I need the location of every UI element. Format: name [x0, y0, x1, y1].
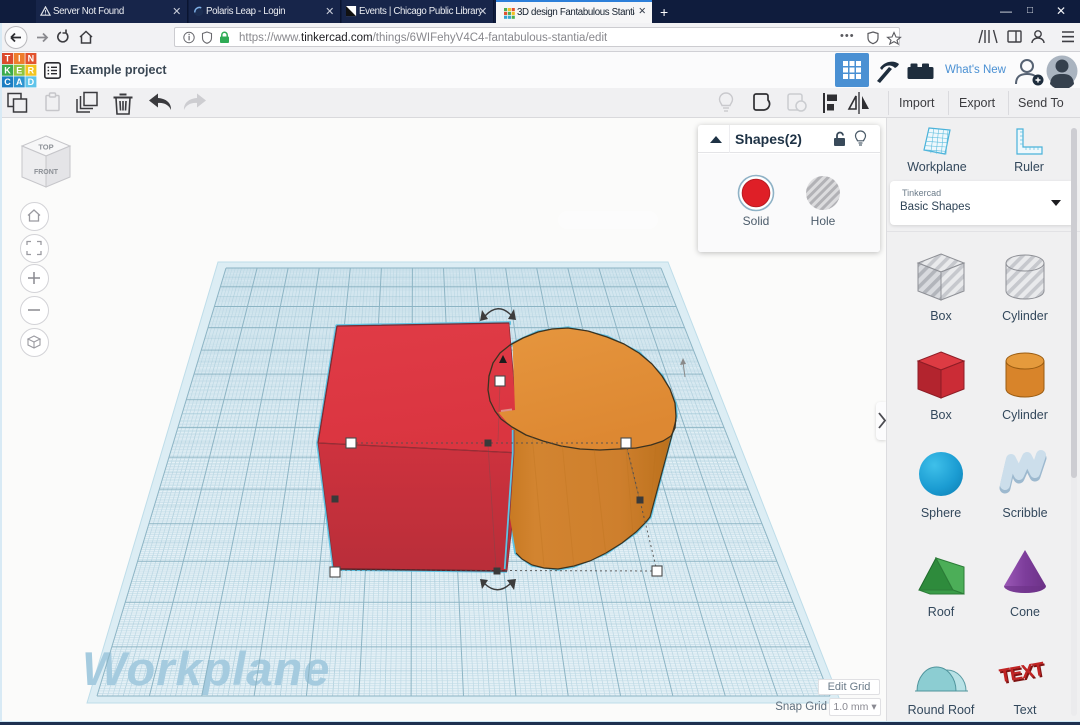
svg-text:TOP: TOP [38, 143, 53, 152]
svg-text:FRONT: FRONT [34, 169, 59, 176]
svg-text:TEXT: TEXT [998, 659, 1047, 688]
svg-text:N: N [28, 54, 35, 64]
svg-text:I: I [18, 54, 21, 64]
svg-text:E: E [16, 65, 22, 75]
svg-text:T: T [5, 54, 11, 64]
svg-text:C: C [4, 77, 11, 87]
svg-text:Workplane: Workplane [82, 642, 330, 695]
svg-text:A: A [16, 77, 23, 87]
svg-text:K: K [4, 65, 11, 75]
svg-text:D: D [28, 77, 35, 87]
svg-text:R: R [28, 65, 35, 75]
